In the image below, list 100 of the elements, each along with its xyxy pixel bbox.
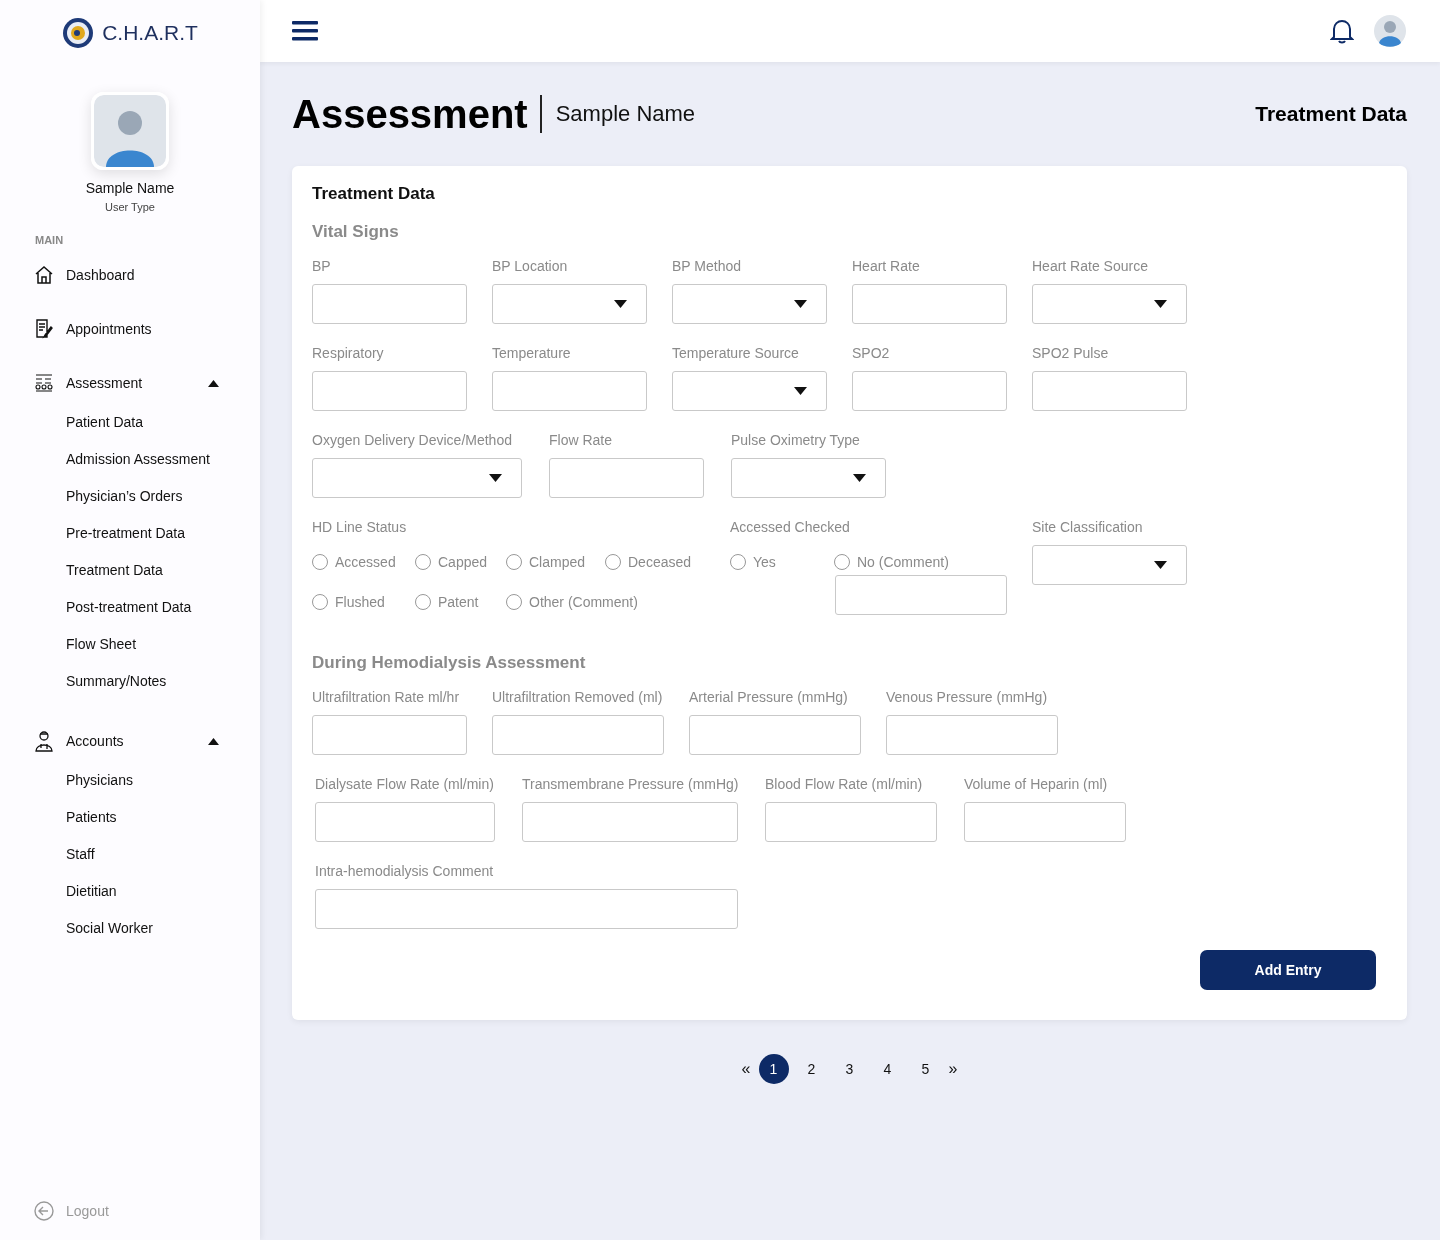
page-button[interactable]: 1: [758, 1054, 789, 1084]
caret-icon[interactable]: [208, 737, 219, 745]
field-label: Respiratory: [312, 345, 385, 361]
page-title: Assessment: [292, 95, 542, 133]
comment-field[interactable]: [835, 575, 1007, 615]
section-heading: During Hemodialysis Assessment: [312, 653, 587, 673]
input-field[interactable]: [1032, 371, 1187, 411]
field-label: Ultrafiltration Rate ml/hr: [312, 689, 461, 705]
field-label: BP Location: [492, 258, 569, 274]
dropdown-arrow-icon: [1154, 561, 1167, 569]
dropdown-field[interactable]: [731, 458, 886, 498]
dropdown-field[interactable]: [672, 371, 827, 411]
nav-subitem[interactable]: Social Worker: [66, 920, 260, 937]
notification-bell-icon[interactable]: [1330, 18, 1354, 44]
input-field[interactable]: [492, 715, 664, 755]
field-label: SPO2: [852, 345, 891, 361]
dropdown-arrow-icon: [614, 300, 627, 308]
nav-item[interactable]: Dashboard: [66, 267, 135, 283]
field-label: Oxygen Delivery Device/Method: [312, 432, 513, 448]
avatar-silhouette[interactable]: [1374, 15, 1406, 47]
section-title: Treatment Data: [1255, 102, 1407, 126]
field-label: Temperature Source: [672, 345, 800, 361]
page-button[interactable]: 3: [834, 1054, 865, 1084]
section-heading: Vital Signs: [312, 222, 400, 242]
field-label: Volume of Heparin (ml): [964, 776, 1109, 792]
radio-label: Patent: [438, 594, 479, 610]
radio-label: Other (Comment): [529, 594, 638, 610]
page-button[interactable]: 4: [872, 1054, 903, 1084]
page-button[interactable]: 5: [910, 1054, 941, 1084]
field-label: Heart Rate: [852, 258, 921, 274]
nav-subitem[interactable]: Physician’s Orders: [66, 488, 260, 505]
dropdown-arrow-icon: [794, 387, 807, 395]
field-label: Dialysate Flow Rate (ml/min): [315, 776, 495, 792]
input-field[interactable]: [886, 715, 1058, 755]
input-field[interactable]: [549, 458, 704, 498]
nav-subitem[interactable]: Patients: [66, 809, 260, 826]
field-label: Arterial Pressure (mmHg): [689, 689, 849, 705]
input-field[interactable]: [964, 802, 1126, 842]
input-field[interactable]: [312, 284, 467, 324]
dropdown-arrow-icon: [794, 300, 807, 308]
radio-label: Capped: [438, 554, 488, 570]
field-label: Ultrafiltration Removed (ml): [492, 689, 664, 705]
add-entry-button[interactable]: Add Entry: [1200, 950, 1376, 990]
field-label: SPO2 Pulse: [1032, 345, 1110, 361]
previous-page-button[interactable]: «: [741, 1060, 751, 1078]
input-field[interactable]: [852, 284, 1007, 324]
input-field[interactable]: [522, 802, 738, 842]
nav-subitem[interactable]: Physicians: [66, 772, 260, 789]
input-field[interactable]: [765, 802, 937, 842]
input-field[interactable]: [689, 715, 861, 755]
nav-item[interactable]: Accounts: [66, 733, 124, 749]
input-field[interactable]: [312, 715, 467, 755]
field-label: Blood Flow Rate (ml/min): [765, 776, 924, 792]
nav-subitem[interactable]: Pre-treatment Data: [66, 525, 260, 542]
nav-subitem[interactable]: Patient Data: [66, 414, 260, 431]
document-pen-icon: [34, 319, 54, 339]
nav-subitem[interactable]: Summary/Notes: [66, 673, 260, 690]
input-field[interactable]: [852, 371, 1007, 411]
nav-subitem[interactable]: Dietitian: [66, 883, 260, 900]
page-button[interactable]: 2: [796, 1054, 827, 1084]
input-field[interactable]: [312, 371, 467, 411]
field-label: Transmembrane Pressure (mmHg): [522, 776, 738, 792]
nav-item[interactable]: Assessment: [66, 375, 143, 391]
nav-subitem[interactable]: Admission Assessment: [66, 451, 260, 468]
dropdown-arrow-icon: [489, 474, 502, 482]
logo-icon: [62, 17, 95, 49]
nav-item[interactable]: Appointments: [66, 321, 152, 337]
dropdown-field[interactable]: [672, 284, 827, 324]
nav-subitem[interactable]: Treatment Data: [66, 562, 260, 579]
radio-label: No (Comment): [857, 554, 949, 570]
menu-icon[interactable]: [292, 20, 318, 42]
dropdown-arrow-icon: [1154, 300, 1167, 308]
field-label: Pulse Oximetry Type: [731, 432, 861, 448]
field-label: Temperature: [492, 345, 572, 361]
radio-label: Flushed: [335, 594, 385, 610]
dropdown-field[interactable]: [492, 284, 647, 324]
field-label: BP Method: [672, 258, 742, 274]
radio-label: Accessed: [335, 554, 396, 570]
next-page-button[interactable]: »: [948, 1060, 958, 1078]
dropdown-arrow-icon: [853, 474, 866, 482]
input-field[interactable]: [315, 802, 495, 842]
user-type: User Type: [105, 201, 155, 213]
radio-label: Deceased: [628, 554, 692, 570]
dropdown-field[interactable]: [312, 458, 522, 498]
field-label: Intra-hemodialysis Comment: [315, 863, 495, 879]
logout-icon[interactable]: [34, 1201, 54, 1221]
field-label: Heart Rate Source: [1032, 258, 1149, 274]
field-label: HD Line Status: [312, 519, 408, 535]
app-name: C.H.A.R.T: [102, 21, 198, 45]
input-field[interactable]: [492, 371, 647, 411]
page-subtitle: Sample Name: [555, 101, 696, 127]
nav-subitem[interactable]: Staff: [66, 846, 260, 863]
caret-icon[interactable]: [208, 379, 219, 387]
dropdown-field[interactable]: [1032, 545, 1187, 585]
dropdown-field[interactable]: [1032, 284, 1187, 324]
nav-subitem[interactable]: Post-treatment Data: [66, 599, 260, 616]
field-label: Venous Pressure (mmHg): [886, 689, 1049, 705]
input-field[interactable]: [315, 889, 738, 929]
field-label: Site Classification: [1032, 519, 1144, 535]
nav-subitem[interactable]: Flow Sheet: [66, 636, 260, 653]
